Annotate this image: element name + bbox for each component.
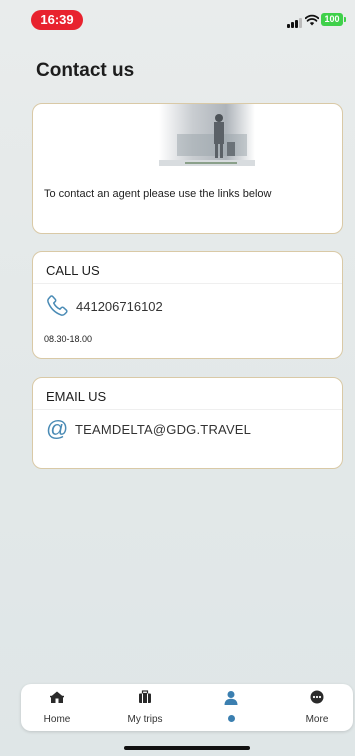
tab-home-label: Home — [43, 714, 71, 725]
home-icon — [50, 691, 64, 703]
status-time: 16:39 — [31, 10, 83, 30]
call-us-card: CALL US 441206716102 08.30-18.00 — [32, 251, 343, 359]
tab-my-trips[interactable]: My trips — [110, 684, 180, 731]
wifi-icon — [305, 14, 319, 26]
phone-icon — [47, 295, 68, 316]
call-us-header: CALL US — [46, 263, 100, 278]
divider — [33, 283, 342, 284]
more-icon — [310, 690, 324, 704]
active-tab-indicator — [227, 715, 235, 722]
intro-card: To contact an agent please use the links… — [32, 103, 343, 234]
divider — [33, 409, 342, 410]
email-us-header: EMAIL US — [46, 389, 107, 404]
office-hours: 08.30-18.00 — [44, 334, 93, 344]
cellular-signal-icon — [287, 18, 303, 28]
status-bar: 16:39 100 — [0, 0, 355, 36]
tab-more-label: More — [305, 714, 329, 725]
intro-text: To contact an agent please use the links… — [44, 188, 272, 200]
tab-contact[interactable] — [196, 684, 266, 731]
tab-more[interactable]: More — [282, 684, 352, 731]
battery-icon: 100 — [321, 13, 346, 26]
contact-icon — [224, 691, 238, 705]
home-indicator[interactable] — [124, 746, 250, 750]
suitcase-icon — [139, 690, 151, 703]
email-address[interactable]: TEAMDELTA@GDG.TRAVEL — [75, 422, 251, 437]
agent-hero-image — [159, 104, 255, 166]
tab-my-trips-label: My trips — [127, 714, 163, 725]
email-us-card: EMAIL US @ TEAMDELTA@GDG.TRAVEL — [32, 377, 343, 469]
bottom-tab-bar: Home My trips More — [21, 684, 353, 731]
page-title: Contact us — [36, 60, 135, 81]
tab-home[interactable]: Home — [22, 684, 92, 731]
phone-number[interactable]: 441206716102 — [76, 299, 163, 314]
at-icon: @ — [46, 416, 69, 441]
